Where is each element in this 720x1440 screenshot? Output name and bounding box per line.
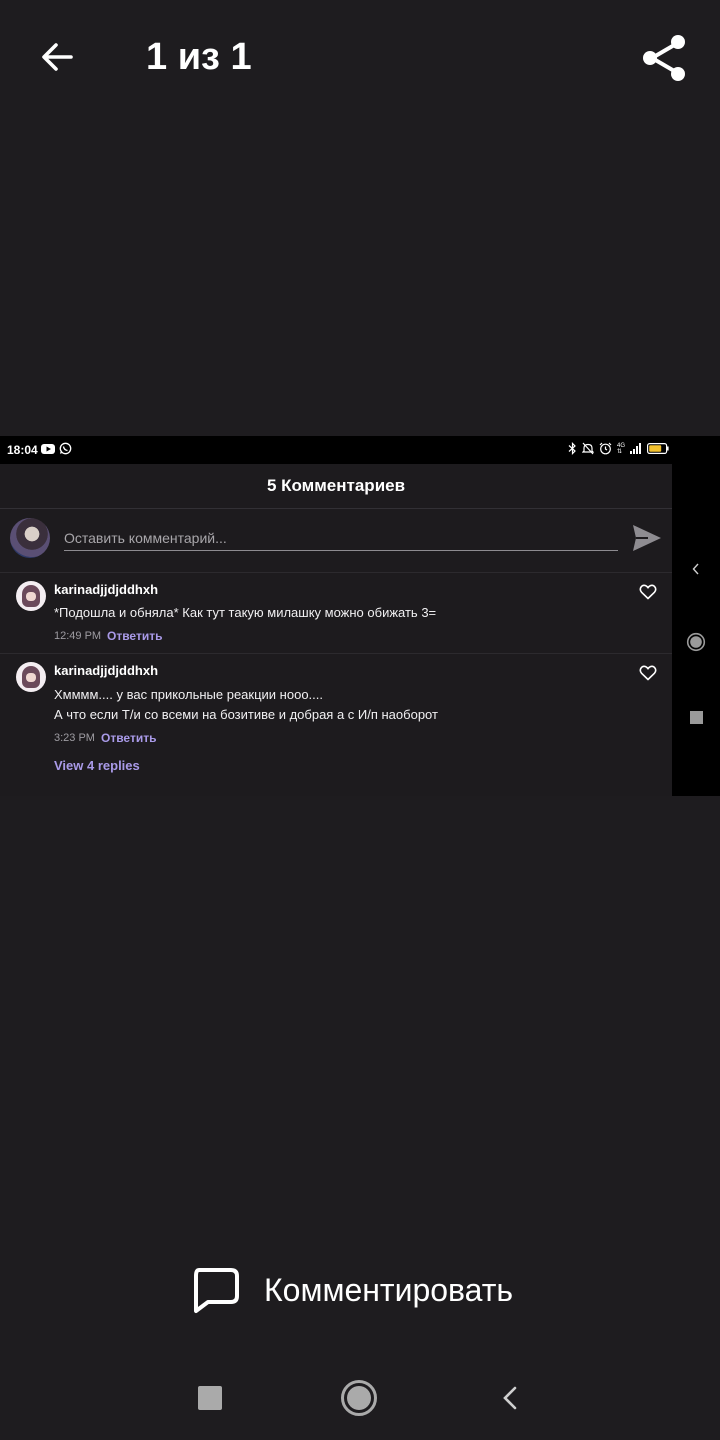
signal-icon	[630, 443, 642, 454]
comments-header: 5 Комментариев	[0, 464, 672, 509]
comment-button[interactable]: Комментировать	[190, 1260, 513, 1320]
reply-button[interactable]: Ответить	[101, 731, 156, 745]
heart-icon	[639, 584, 657, 600]
bluetooth-icon	[568, 442, 576, 455]
attached-screenshot[interactable]: 18:04 4G ⇅ 5 Комментариев Оставить комме…	[0, 436, 720, 796]
side-nav-bar	[672, 464, 720, 796]
avatar	[16, 581, 46, 611]
system-nav-bar	[0, 1350, 720, 1440]
avatar	[10, 518, 50, 558]
send-icon	[633, 525, 661, 551]
avatar	[16, 662, 46, 692]
nav-back-button[interactable]	[672, 556, 720, 582]
status-time: 18:04	[7, 443, 38, 457]
alarm-icon	[599, 442, 612, 455]
home-button[interactable]	[331, 1370, 387, 1426]
comment-text-line: А что если Т/и со всеми на бозитиве и до…	[54, 707, 438, 722]
nav-home-button[interactable]	[672, 629, 720, 655]
share-icon	[643, 35, 685, 81]
comment-input[interactable]	[64, 525, 618, 551]
share-button[interactable]	[632, 26, 696, 90]
comment-composer	[0, 509, 672, 573]
status-bar: 18:04 4G ⇅	[0, 436, 720, 464]
square-icon	[198, 1386, 222, 1410]
mute-icon	[582, 442, 594, 455]
comment-item: karinadjjdjddhxh Хмммм.... у вас приколь…	[0, 654, 672, 796]
network-type: 4G ⇅	[617, 442, 626, 455]
back-nav-button[interactable]	[482, 1370, 538, 1426]
viewer-toolbar: 1 из 1	[0, 0, 720, 115]
comment-time: 12:49 PM	[54, 630, 102, 642]
comment-username[interactable]: karinadjjdjddhxh	[54, 663, 158, 678]
home-circle-icon	[341, 1380, 377, 1416]
like-button[interactable]	[638, 664, 658, 682]
whatsapp-icon	[59, 442, 72, 455]
comment-bubble-icon	[194, 1268, 239, 1313]
comment-item: karinadjjdjddhxh *Подошла и обняла* Как …	[0, 573, 672, 654]
back-button[interactable]	[30, 30, 84, 84]
image-counter: 1 из 1	[146, 36, 252, 78]
heart-icon	[639, 665, 657, 681]
square-icon	[689, 710, 703, 724]
nav-recents-button[interactable]	[672, 704, 720, 730]
arrow-left-icon	[42, 43, 73, 71]
view-replies-link[interactable]: View 4 replies	[54, 758, 140, 773]
battery-icon	[647, 443, 669, 454]
send-button[interactable]	[630, 522, 664, 554]
like-button[interactable]	[638, 583, 658, 601]
home-circle-icon	[686, 632, 706, 652]
recents-button[interactable]	[182, 1370, 238, 1426]
comments-title: 5 Комментариев	[266, 476, 406, 495]
comment-text-line: Хмммм.... у вас прикольные реакции нооо.…	[54, 687, 324, 702]
chevron-left-icon	[692, 563, 699, 575]
youtube-icon	[41, 443, 55, 454]
comment-time: 3:23 PM	[54, 732, 95, 744]
reply-button[interactable]: Ответить	[107, 629, 162, 643]
comment-username[interactable]: karinadjjdjddhxh	[54, 582, 158, 597]
comments-sheet: 5 Комментариев karinadjjdjddhxh *Подошла…	[0, 464, 672, 796]
comment-button-label: Комментировать	[264, 1271, 514, 1308]
comment-text: *Подошла и обняла* Как тут такую милашку…	[54, 605, 437, 620]
chevron-left-icon	[503, 1386, 517, 1410]
